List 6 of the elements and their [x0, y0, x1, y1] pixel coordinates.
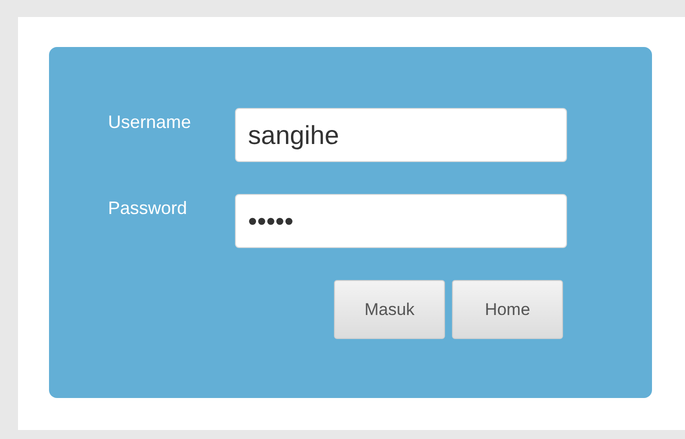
field-label: Password [108, 197, 188, 219]
login-button[interactable]: Masuk [334, 280, 445, 339]
input-field[interactable]: ••••• [235, 194, 567, 248]
input-field[interactable]: sangihe [235, 108, 567, 162]
field-label: Username [108, 111, 192, 133]
home-button[interactable]: Home [452, 280, 563, 339]
